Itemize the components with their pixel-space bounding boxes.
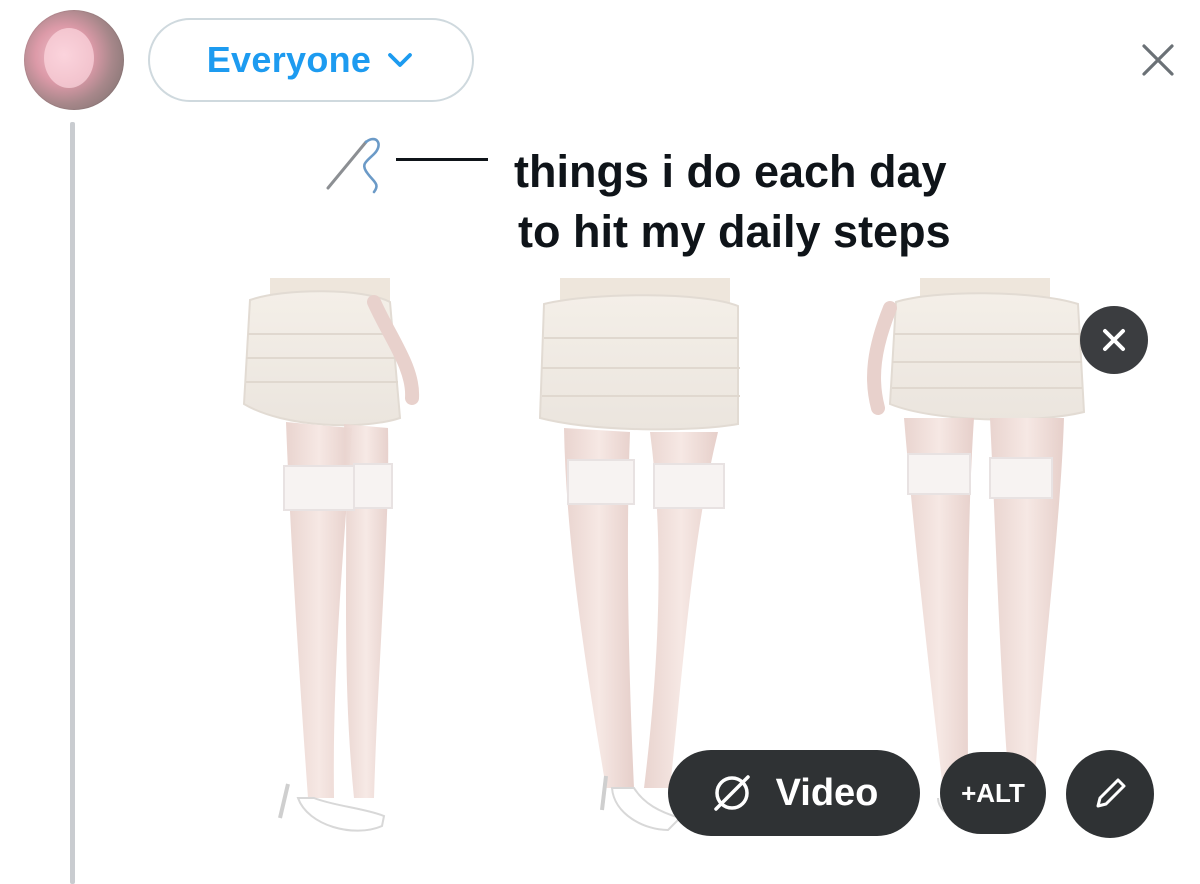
chevron-down-icon (388, 53, 413, 67)
video-button[interactable]: Video (668, 750, 920, 836)
close-button[interactable] (1136, 38, 1180, 82)
video-label: Video (775, 771, 879, 814)
caption-dash (396, 158, 488, 161)
close-icon (1103, 329, 1125, 351)
caption-line-1: things i do each day (514, 146, 947, 197)
edit-media-button[interactable] (1066, 750, 1154, 838)
photo-figure-right (867, 278, 1086, 823)
needle-icon (326, 137, 380, 194)
no-video-icon (713, 775, 750, 811)
audience-selector-button[interactable]: Everyone (148, 18, 474, 102)
thread-line (70, 122, 75, 884)
avatar[interactable] (24, 10, 124, 110)
close-icon (1142, 44, 1174, 76)
avatar-image (44, 28, 94, 88)
remove-media-button[interactable] (1080, 306, 1148, 374)
alt-label: +ALT (961, 777, 1025, 808)
alt-text-button[interactable]: +ALT (940, 752, 1046, 834)
audience-label: Everyone (206, 39, 372, 80)
photo-figure-left (242, 278, 420, 832)
pencil-icon (1096, 778, 1126, 808)
media-caption: things i do each day to hit my daily ste… (514, 142, 1034, 262)
photo-figure-middle (538, 278, 740, 832)
caption-line-2: to hit my daily steps (518, 206, 951, 257)
